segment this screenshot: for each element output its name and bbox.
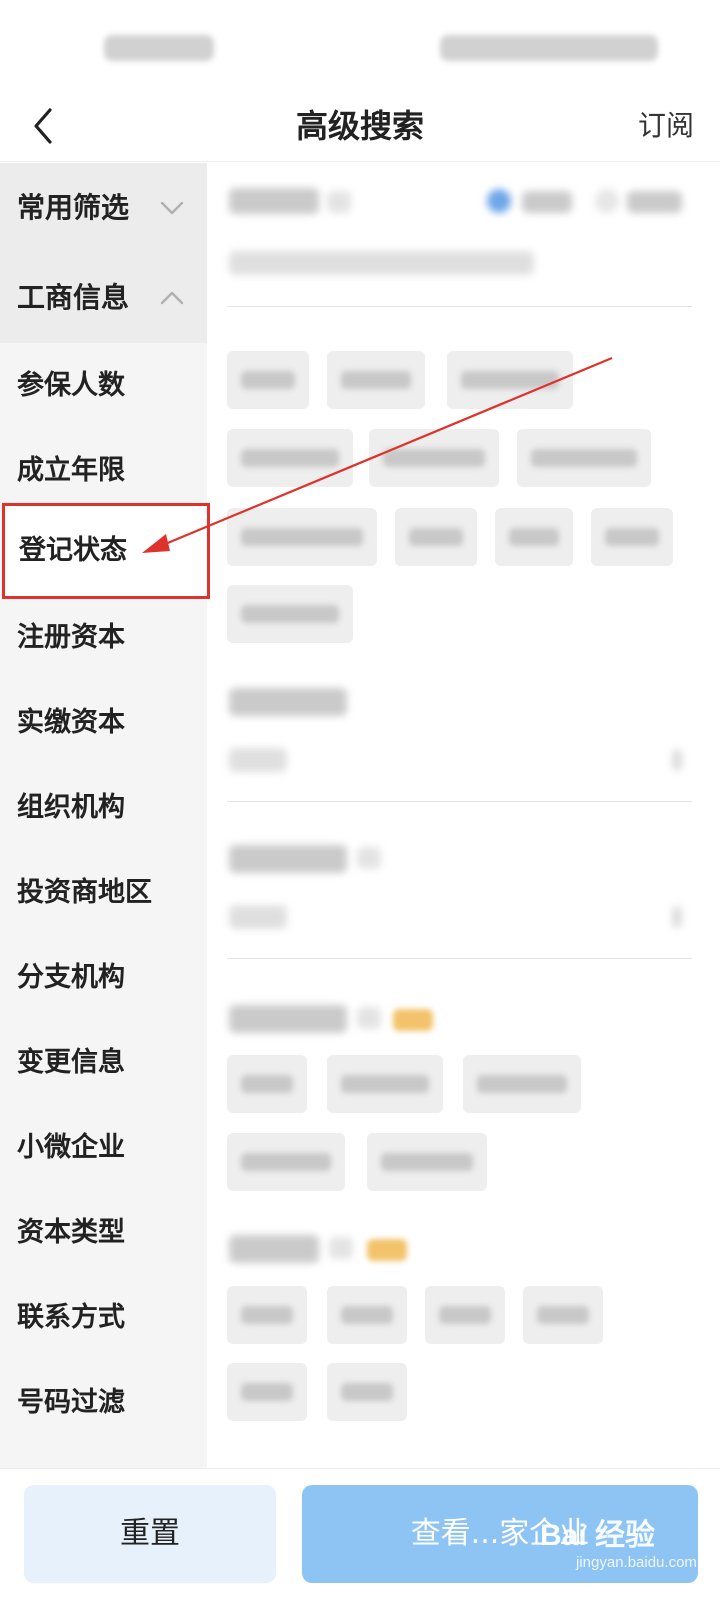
sidebar-section-label: 常用筛选 bbox=[17, 191, 130, 224]
sidebar-item-investor-region[interactable]: 投资商地区 bbox=[0, 850, 207, 935]
filter-chip[interactable] bbox=[395, 508, 477, 566]
sidebar-item-label: 参保人数 bbox=[17, 370, 125, 401]
blurred-input-placeholder[interactable] bbox=[229, 251, 534, 275]
filter-category-sidebar: 常用筛选 工商信息 参保人数 成立年限 登记状态 注册资本 实缴资本 组织机构 … bbox=[0, 163, 210, 1468]
status-icons-blurred bbox=[440, 35, 658, 61]
status-bar bbox=[0, 0, 720, 90]
filter-chip[interactable] bbox=[227, 1286, 307, 1344]
filter-chip[interactable] bbox=[327, 351, 425, 409]
filter-chip[interactable] bbox=[463, 1055, 581, 1113]
sidebar-item-change-info[interactable]: 变更信息 bbox=[0, 1020, 207, 1105]
sidebar-item-registration-status[interactable]: 登记状态 bbox=[2, 503, 210, 599]
chevron-down-icon bbox=[159, 163, 185, 253]
sidebar-item-label: 组织机构 bbox=[17, 792, 125, 823]
filter-chip[interactable] bbox=[369, 429, 499, 487]
blurred-help-icon bbox=[357, 1007, 381, 1029]
subscribe-button[interactable]: 订阅 bbox=[638, 108, 694, 144]
blurred-help-icon bbox=[329, 1237, 353, 1259]
vip-badge bbox=[393, 1009, 433, 1031]
sidebar-item-label: 分支机构 bbox=[17, 962, 125, 993]
blurred-section-heading bbox=[229, 188, 319, 214]
filter-chip[interactable] bbox=[523, 1286, 603, 1344]
sidebar-section-common-filters[interactable]: 常用筛选 bbox=[0, 163, 207, 253]
sidebar-item-label: 投资商地区 bbox=[17, 877, 152, 908]
chevron-left-icon[interactable] bbox=[26, 106, 62, 146]
sidebar-item-label: 联系方式 bbox=[17, 1302, 125, 1333]
view-results-button[interactable]: 查看...家企业 bbox=[302, 1485, 698, 1583]
filter-chip[interactable] bbox=[591, 508, 673, 566]
sidebar-item-number-filter[interactable]: 号码过滤 bbox=[0, 1360, 207, 1445]
chevron-right-icon bbox=[672, 906, 682, 928]
blurred-radio-unselected[interactable] bbox=[595, 189, 619, 213]
sidebar-item-small-micro[interactable]: 小微企业 bbox=[0, 1105, 207, 1190]
divider bbox=[227, 306, 692, 307]
reset-button[interactable]: 重置 bbox=[24, 1485, 276, 1583]
blurred-section-heading bbox=[229, 688, 347, 716]
divider bbox=[227, 801, 692, 802]
filter-chip[interactable] bbox=[227, 429, 353, 487]
sidebar-item-capital-type[interactable]: 资本类型 bbox=[0, 1190, 207, 1275]
sidebar-item-branches[interactable]: 分支机构 bbox=[0, 935, 207, 1020]
sidebar-item-label: 资本类型 bbox=[17, 1217, 125, 1248]
sidebar-item-label: 登记状态 bbox=[19, 535, 127, 566]
filter-chip[interactable] bbox=[495, 508, 573, 566]
filter-chip[interactable] bbox=[517, 429, 651, 487]
filter-chip[interactable] bbox=[367, 1133, 487, 1191]
blurred-radio-label bbox=[627, 191, 682, 213]
filter-chip[interactable] bbox=[327, 1363, 407, 1421]
filter-chip[interactable] bbox=[227, 585, 353, 643]
blurred-section-heading bbox=[229, 1235, 319, 1263]
blurred-help-icon bbox=[327, 191, 351, 213]
filter-chip[interactable] bbox=[327, 1286, 407, 1344]
chevron-right-icon bbox=[672, 749, 682, 771]
top-nav-bar: 高级搜索 订阅 bbox=[0, 90, 720, 162]
filter-options-panel bbox=[207, 163, 720, 1468]
blurred-select-value[interactable] bbox=[229, 905, 287, 929]
blurred-help-icon bbox=[357, 847, 381, 869]
sidebar-item-label: 变更信息 bbox=[17, 1047, 125, 1078]
page-title: 高级搜索 bbox=[295, 107, 424, 145]
sidebar-item-label: 注册资本 bbox=[17, 622, 125, 653]
sidebar-item-insured-count[interactable]: 参保人数 bbox=[0, 343, 207, 428]
chevron-up-icon bbox=[159, 253, 185, 343]
blurred-section-heading bbox=[229, 845, 347, 873]
sidebar-section-business-info[interactable]: 工商信息 bbox=[0, 253, 207, 343]
sidebar-item-label: 成立年限 bbox=[17, 455, 125, 486]
sidebar-section-label: 工商信息 bbox=[17, 281, 130, 314]
sidebar-item-registered-capital[interactable]: 注册资本 bbox=[0, 595, 207, 680]
filter-chip[interactable] bbox=[425, 1286, 505, 1344]
filter-chip[interactable] bbox=[327, 1055, 443, 1113]
sidebar-item-years-established[interactable]: 成立年限 bbox=[0, 428, 207, 513]
sidebar-item-label: 小微企业 bbox=[17, 1132, 125, 1163]
sidebar-item-paid-in-capital[interactable]: 实缴资本 bbox=[0, 680, 207, 765]
filter-chip[interactable] bbox=[227, 1133, 345, 1191]
vip-badge bbox=[367, 1239, 407, 1261]
filter-chip[interactable] bbox=[227, 1363, 307, 1421]
blurred-radio-selected[interactable] bbox=[487, 189, 511, 213]
blurred-radio-label bbox=[522, 191, 572, 213]
sidebar-item-contact[interactable]: 联系方式 bbox=[0, 1275, 207, 1360]
filter-chip[interactable] bbox=[227, 351, 309, 409]
filter-chip[interactable] bbox=[447, 351, 573, 409]
sidebar-item-label: 号码过滤 bbox=[17, 1387, 125, 1418]
bottom-action-bar: 重置 查看...家企业 bbox=[0, 1468, 720, 1600]
sidebar-item-organization[interactable]: 组织机构 bbox=[0, 765, 207, 850]
divider bbox=[227, 958, 692, 959]
blurred-section-heading bbox=[229, 1005, 347, 1033]
filter-chip[interactable] bbox=[227, 508, 377, 566]
blurred-select-value[interactable] bbox=[229, 748, 287, 772]
status-time-blurred bbox=[104, 35, 214, 61]
sidebar-item-label: 实缴资本 bbox=[17, 707, 125, 738]
filter-chip[interactable] bbox=[227, 1055, 307, 1113]
